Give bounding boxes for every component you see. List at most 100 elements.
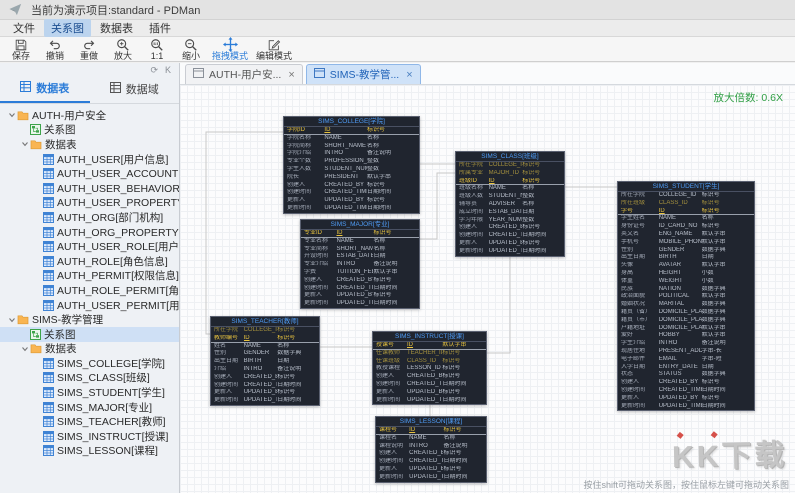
redo-icon (82, 38, 96, 51)
entity-sims-class[interactable]: SIMS_CLASS[班级] 所在学院COLLEGE_ID标识号 所属专业MAJ… (455, 151, 565, 257)
diagram-tab[interactable]: AUTH-用户安... × (185, 64, 303, 84)
entity-field: 创建时间CREATED_TIME日期时间 (284, 189, 419, 197)
tree-item[interactable]: AUTH_PERMIT[权限信息] (0, 269, 179, 284)
tree-item[interactable]: AUTH_USER_ACCOUNT[用户账 (0, 166, 179, 181)
table-icon (43, 416, 54, 427)
toolbar-redo-button[interactable]: 重做 (74, 38, 104, 61)
entity-field: 创建人CREATED_BY标识号 (456, 224, 564, 232)
group-icon (17, 314, 29, 325)
diagram-tab-bar: AUTH-用户安... × SIMS-教学管... × (180, 63, 795, 85)
entity-field: 学院介绍INTRO备注说明 (284, 150, 419, 158)
tree-item[interactable]: AUTH-用户安全 (0, 108, 179, 123)
tree-item[interactable]: AUTH_ROLE_PERMIT[角色权限 (0, 283, 179, 298)
tree-item[interactable]: SIMS_INSTRUCT[授课] (0, 429, 179, 444)
entity-field: 更新人UPDATED_BY标识号 (618, 395, 754, 403)
tree-item[interactable]: AUTH_USER_PROPERTY[用户 (0, 196, 179, 211)
menu-item-数据表[interactable]: 数据表 (93, 19, 140, 37)
close-icon[interactable]: × (406, 69, 412, 81)
toolbar-drag-button[interactable]: 拖拽模式 (210, 38, 250, 61)
tree-item[interactable]: SIMS_MAJOR[专业] (0, 400, 179, 415)
tree-item[interactable]: AUTH_USER[用户信息] (0, 152, 179, 167)
tree-item[interactable]: 关系图 (0, 327, 179, 342)
diagram-tab-icon (193, 68, 204, 81)
tree-item[interactable]: SIMS_CLASS[班级] (0, 371, 179, 386)
entity-field: 体重WEIGHT小数 (618, 278, 754, 286)
toolbar-undo-button[interactable]: 撤销 (40, 38, 70, 61)
tree-item[interactable]: AUTH_USER_PERMIT[用户直接 (0, 298, 179, 313)
sidebar: ⟳ K 数据表 数据域 AUTH-用户安全 关系图 数据表 AUTH_USER[用… (0, 63, 180, 493)
menu-item-文件[interactable]: 文件 (6, 19, 42, 37)
entity-field: 介绍INTRO备注说明 (211, 366, 319, 374)
entity-field: 课程名NAME名称 (376, 435, 486, 443)
entity-field: 籍贯（省）DOMICILE_PLACE_PROVINCE数据字典 (618, 309, 754, 317)
entity-title: SIMS_MAJOR[专业] (301, 220, 419, 230)
toolbar-zoom-in-button[interactable]: 放大 (108, 38, 138, 61)
refresh-icon[interactable]: ⟳ (150, 65, 158, 76)
tree-item[interactable]: SIMS_LESSON[课程] (0, 444, 179, 459)
entity-field: 创建时间CREATED_TIME日期时间 (211, 382, 319, 390)
entity-sims-teacher[interactable]: SIMS_TEACHER[教师] 所在学院COLLEGE_ID标识号 教师编号I… (210, 316, 320, 406)
entity-field: 学费TUITION_FEE默认字串 (301, 269, 419, 277)
menu-item-关系图[interactable]: 关系图 (44, 19, 91, 37)
table-icon (43, 358, 54, 369)
entity-field: 更新人UPDATED_BY标识号 (456, 240, 564, 248)
toolbar-zoom-reset-button[interactable]: 1:1 (142, 38, 172, 61)
entity-field: 任课班级CLASS_ID标识号 (373, 358, 486, 366)
entity-sims-student[interactable]: SIMS_STUDENT[学生] 所在学院COLLEGE_ID标识号 所在班级C… (617, 181, 755, 411)
entity-sims-instruct[interactable]: SIMS_INSTRUCT[授课] 授课号ID默认字串 任课教师TEACHER_… (372, 331, 487, 405)
entity-field: 英文名ENG_NAME默认字串 (618, 231, 754, 239)
entity-field: 出生日期BIRTH日期 (211, 358, 319, 366)
tree-item[interactable]: SIMS_STUDENT[学生] (0, 385, 179, 400)
entity-field: 更新人UPDATED_BY标识号 (301, 292, 419, 300)
tree-item[interactable]: 数据表 (0, 137, 179, 152)
tree-item[interactable]: SIMS_TEACHER[教师] (0, 414, 179, 429)
table-icon (43, 197, 54, 208)
entity-sims-lesson[interactable]: SIMS_LESSON[课程] 课程号ID标识号 课程名NAME名称 课程说明I… (375, 416, 487, 483)
zoom-in-icon (116, 38, 130, 51)
pdman-window: 当前为演示项目:standard - PDMan 文件关系图数据表插件 保存 撤… (0, 0, 795, 493)
entity-sims-college[interactable]: SIMS_COLLEGE[学院] 学院IDID标识号 学院名称NAME名称 学院… (283, 116, 420, 214)
table-icon (43, 270, 54, 281)
table-icon (43, 183, 54, 194)
diagram-canvas[interactable]: SIMS_COLLEGE[学院] 学院IDID标识号 学院名称NAME名称 学院… (180, 85, 795, 493)
table-icon (43, 372, 54, 383)
entity-field: 户籍地址DOMICILE_PLACE_ADDRESS默认字串 (618, 325, 754, 333)
tree-item[interactable]: AUTH_ORG_PROPERTY[机构属 (0, 225, 179, 240)
diagram-icon (30, 124, 41, 135)
title-bar: 当前为演示项目:standard - PDMan (0, 0, 795, 20)
tree-item[interactable]: 关系图 (0, 123, 179, 138)
entity-field: 所在班级CLASS_ID标识号 (618, 200, 754, 208)
toolbar: 保存 撤销 重做 放大 1:1 缩小 拖拽模式 编辑模式 (0, 37, 795, 62)
table-icon (43, 212, 54, 223)
diagram-tab[interactable]: SIMS-教学管... × (306, 64, 421, 84)
toolbar-zoom-out-button[interactable]: 缩小 (176, 38, 206, 61)
table-icon (43, 285, 54, 296)
group-icon (17, 110, 29, 121)
tree-item[interactable]: 数据表 (0, 342, 179, 357)
menu-item-插件[interactable]: 插件 (142, 19, 178, 37)
entity-field: 身份证号ID_CARD_NO标识号 (618, 223, 754, 231)
entity-title: SIMS_TEACHER[教师] (211, 317, 319, 327)
zoom-out-icon (184, 38, 198, 51)
entity-field: 授课号ID默认字串 (373, 342, 486, 350)
entity-sims-major[interactable]: SIMS_MAJOR[专业] 专业IDID标识号 专业名称NAME名称 专业简称… (300, 219, 420, 309)
sidebar-tab-数据域[interactable]: 数据域 (90, 76, 180, 103)
tree-item[interactable]: AUTH_ORG[部门机构] (0, 210, 179, 225)
tree-item[interactable]: AUTH_USER_ROLE[用户角色] (0, 239, 179, 254)
entity-field: 创建时间CREATED_TIME日期时间 (301, 285, 419, 293)
drag-icon (223, 38, 238, 51)
toolbar-save-button[interactable]: 保存 (6, 38, 36, 61)
toolbar-edit-button[interactable]: 编辑模式 (254, 38, 294, 61)
close-icon[interactable]: × (288, 69, 294, 81)
entity-field: 创建人CREATED_BY标识号 (618, 379, 754, 387)
save-icon (14, 38, 28, 51)
entity-title: SIMS_COLLEGE[学院] (284, 117, 419, 127)
grid-icon (20, 81, 31, 95)
tree-item[interactable]: AUTH_ROLE[角色信息] (0, 254, 179, 269)
entity-field: 创建人CREATED_BY标识号 (373, 373, 486, 381)
tree-item[interactable]: SIMS-教学管理 (0, 312, 179, 327)
shortcut-k-icon[interactable]: K (165, 65, 171, 76)
sidebar-tab-数据表[interactable]: 数据表 (0, 76, 90, 103)
tree-item[interactable]: AUTH_USER_BEHAVIOR[用户行 (0, 181, 179, 196)
tree-item[interactable]: SIMS_COLLEGE[学院] (0, 356, 179, 371)
